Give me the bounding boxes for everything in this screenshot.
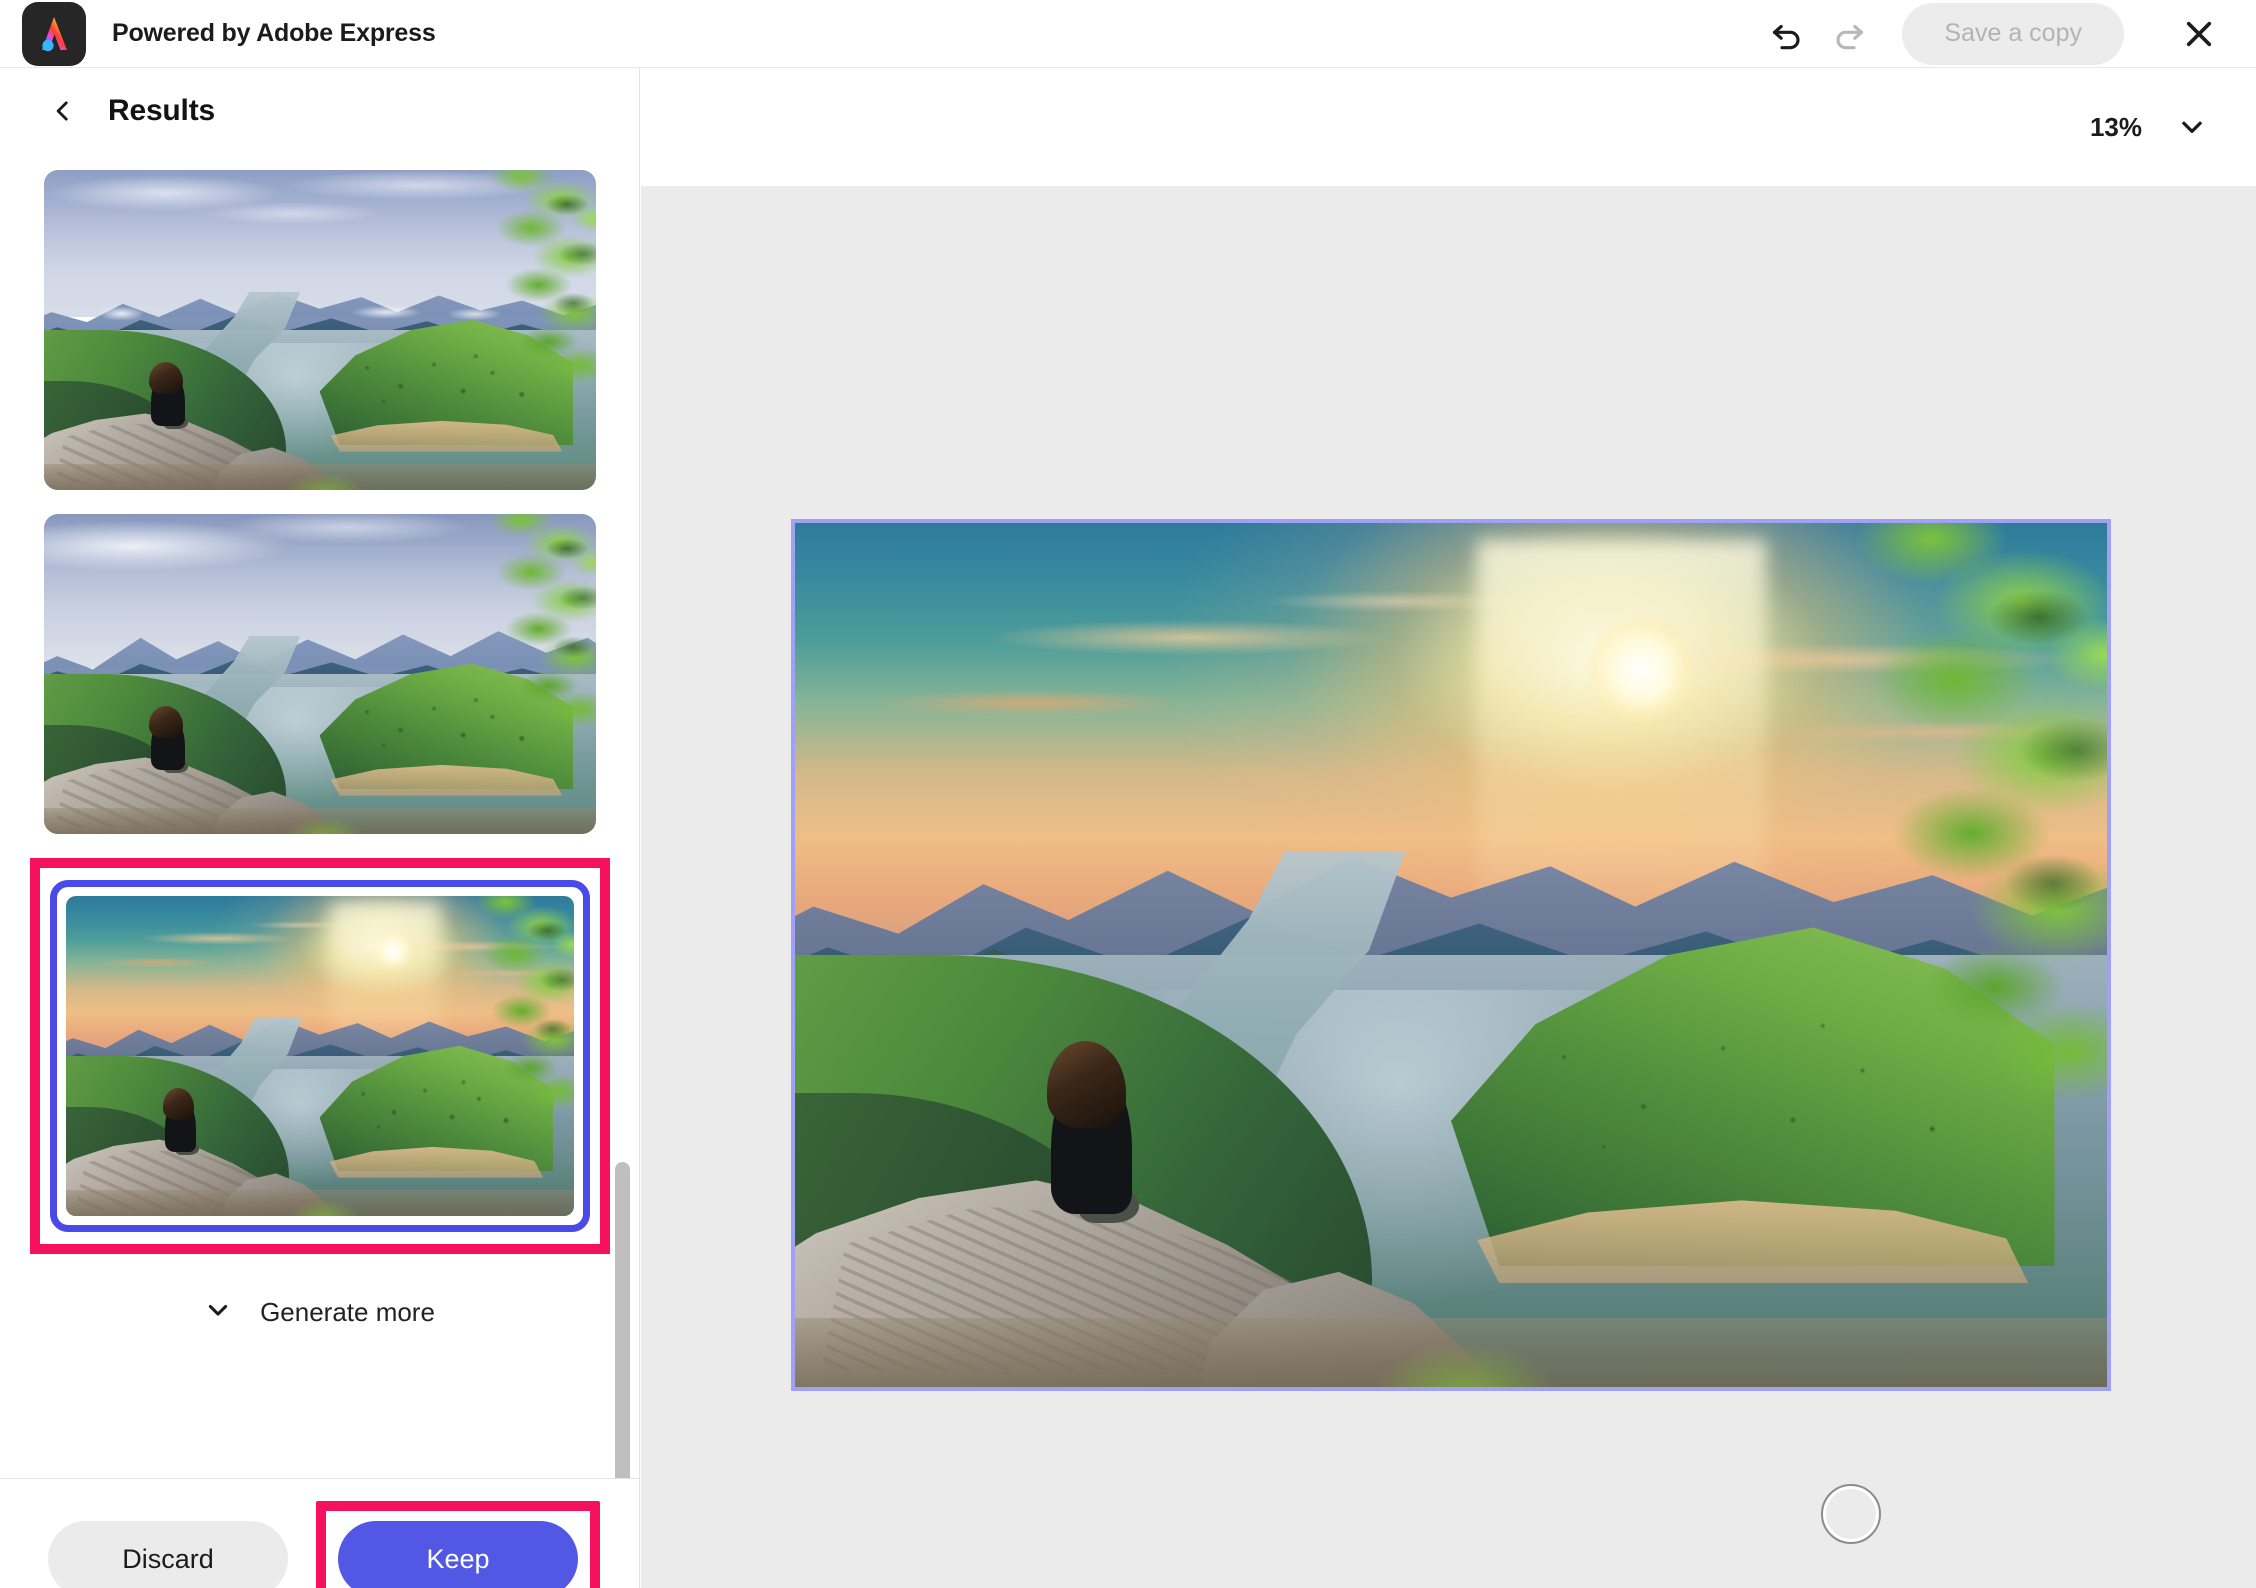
sidebar-footer: Discard Keep Adobe Generative AI terms (0, 1479, 639, 1588)
result-thumbnail-3-wrapper (29, 858, 610, 1254)
generate-more-button[interactable]: Generate more (204, 1270, 435, 1354)
annotation-highlight-keep: Keep (316, 1501, 600, 1588)
chevron-down-icon (204, 1296, 232, 1329)
canvas-area: 13% (641, 68, 2256, 1588)
chevron-down-icon[interactable] (2176, 111, 2208, 143)
thumbnail-1-image (43, 170, 596, 490)
artboard-selected-image[interactable] (791, 519, 2111, 1391)
adobe-express-editor: Powered by Adobe Express Save a copy Res… (0, 0, 2256, 1588)
zoom-bar: 13% (641, 68, 2256, 186)
close-icon[interactable] (2168, 3, 2230, 65)
thumbnail-2-image (43, 514, 596, 834)
artboard-image (795, 523, 2107, 1387)
brush-cursor (1821, 1484, 1881, 1544)
generate-more-label: Generate more (260, 1296, 435, 1327)
sidebar-scrollbar-track[interactable] (610, 154, 636, 1588)
keep-button[interactable]: Keep (338, 1521, 578, 1588)
redo-icon[interactable] (1818, 3, 1880, 65)
save-a-copy-button[interactable]: Save a copy (1902, 2, 2124, 65)
chevron-left-icon[interactable] (48, 96, 78, 126)
app-header: Powered by Adobe Express Save a copy (0, 0, 2256, 68)
discard-button[interactable]: Discard (48, 1521, 288, 1588)
result-thumbnail-2[interactable] (43, 514, 596, 834)
sidebar-header: Results (0, 68, 639, 154)
zoom-level-value[interactable]: 13% (2090, 112, 2142, 143)
canvas-stage[interactable] (641, 186, 2256, 1588)
thumbnail-3-image (65, 896, 574, 1216)
header-actions: Save a copy (1756, 2, 2256, 65)
results-sidebar: Results Generate more Discard Keep (0, 68, 640, 1588)
brand-title: Powered by Adobe Express (112, 19, 436, 47)
undo-icon[interactable] (1756, 3, 1818, 65)
page-title: Results (108, 94, 215, 127)
result-thumbnail-3[interactable] (49, 880, 590, 1232)
result-thumbnail-1[interactable] (43, 170, 596, 490)
results-scroll-region: Generate more (0, 154, 639, 1478)
results-thumbnail-list: Generate more (0, 154, 639, 1354)
footer-button-row: Discard Keep (0, 1479, 639, 1588)
adobe-express-logo (22, 1, 86, 66)
